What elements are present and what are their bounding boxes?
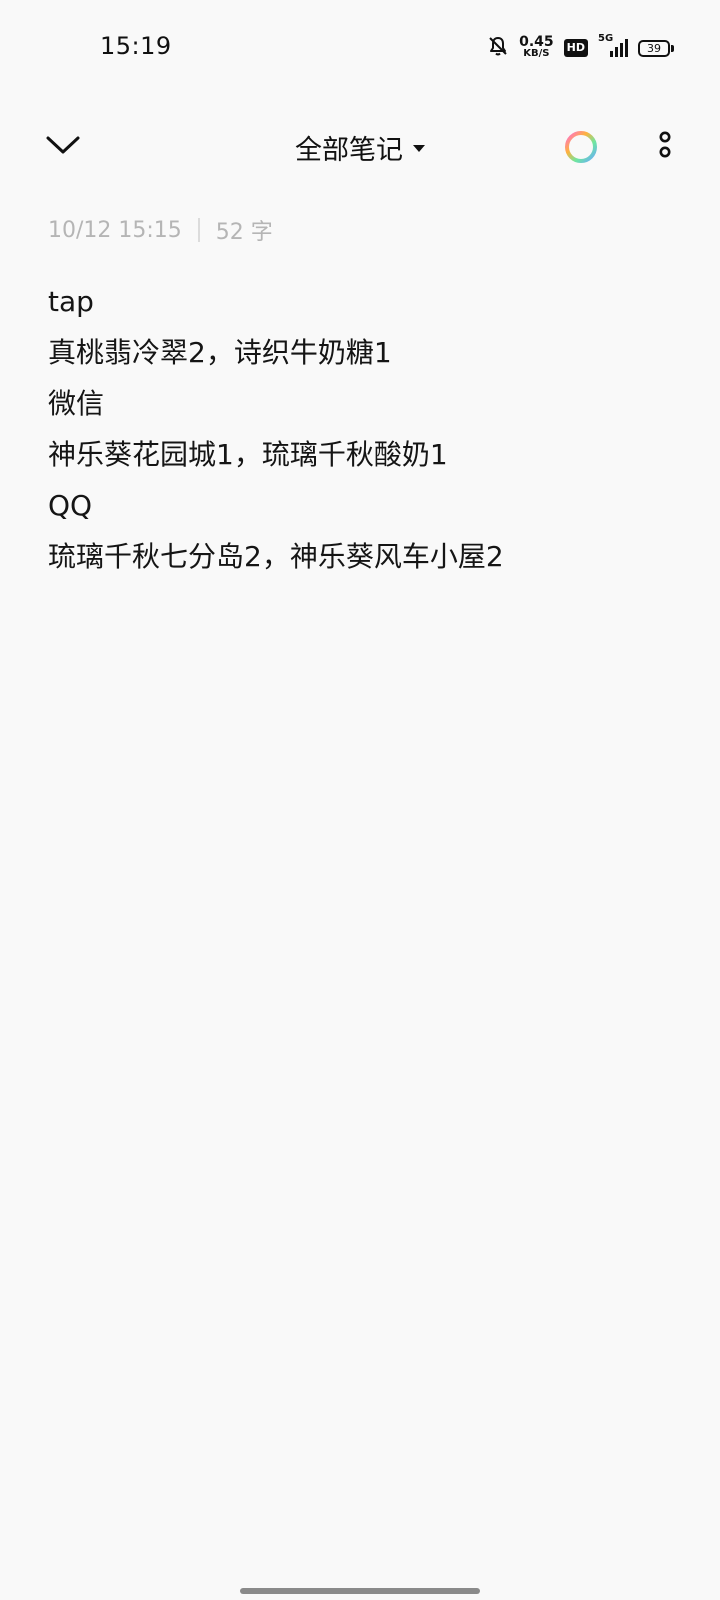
signal-icon: 5G — [598, 33, 628, 59]
divider — [197, 218, 200, 242]
status-bar: 15:19 0.45 KB/S HD 5G 39 — [0, 0, 720, 96]
home-indicator[interactable] — [240, 1588, 480, 1594]
note-timestamp: 10/12 15:15 — [48, 217, 182, 243]
battery-icon: 39 — [638, 39, 674, 57]
more-vertical-icon — [658, 130, 672, 164]
more-options-button[interactable] — [648, 126, 682, 168]
note-line: 真桃翡冷翠2，诗织牛奶糖1 — [48, 336, 392, 369]
folder-selector[interactable]: 全部笔记 — [0, 128, 720, 167]
battery-tip — [671, 44, 674, 52]
hd-badge: HD — [563, 39, 588, 57]
note-toolbar: 全部笔记 — [0, 114, 720, 180]
network-speed-unit: KB/S — [523, 48, 550, 59]
network-speed: 0.45 KB/S — [519, 34, 554, 60]
note-meta: 10/12 15:15 52 字 — [48, 214, 273, 246]
note-line: 琉璃千秋七分岛2，神乐葵风车小屋2 — [48, 540, 504, 573]
note-line: 微信 — [48, 387, 105, 420]
color-theme-button[interactable] — [562, 128, 600, 166]
note-line: 神乐葵花园城1，琉璃千秋酸奶1 — [48, 438, 448, 471]
note-line: QQ — [48, 489, 93, 522]
status-time: 15:19 — [100, 32, 172, 60]
caret-down-icon — [413, 145, 425, 152]
bell-off-icon — [487, 35, 509, 61]
note-line: tap — [48, 285, 94, 318]
battery-level: 39 — [638, 39, 670, 57]
page-title: 全部笔记 — [295, 135, 403, 166]
network-type-label: 5G — [598, 33, 614, 44]
note-content[interactable]: tap 真桃翡冷翠2，诗织牛奶糖1 微信 神乐葵花园城1，琉璃千秋酸奶1 QQ … — [48, 276, 678, 582]
word-count: 52 字 — [215, 220, 273, 245]
color-ring-icon — [562, 131, 600, 170]
status-icons: 0.45 KB/S HD 5G 39 — [487, 33, 674, 62]
network-speed-value: 0.45 — [519, 34, 554, 50]
